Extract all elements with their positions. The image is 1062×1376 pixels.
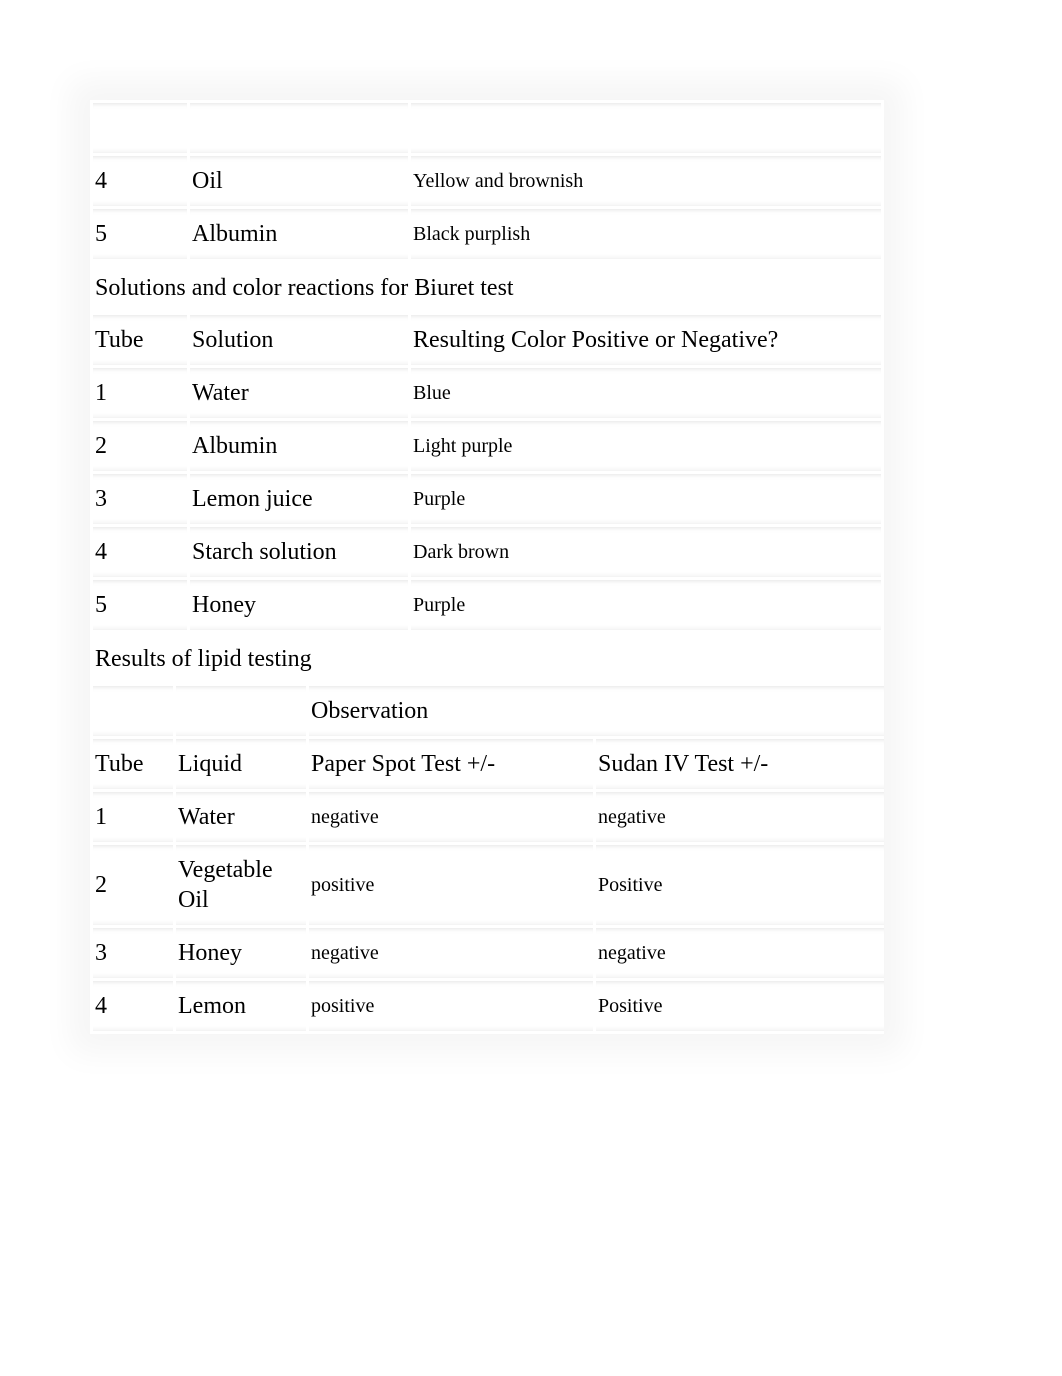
cell-result: Yellow and brownish: [411, 156, 881, 206]
table-row: 4 Starch solution Dark brown: [93, 527, 881, 577]
tables-container: 4 Oil Yellow and brownish 5 Albumin Blac…: [90, 100, 884, 1034]
cell-paper: positive: [309, 845, 593, 925]
table-row: 5 Albumin Black purplish: [93, 209, 881, 259]
cell-result: Black purplish: [411, 209, 881, 259]
lipid-header-row: Tube Liquid Paper Spot Test +/- Sudan IV…: [93, 739, 884, 789]
table-row: 1 Water Blue: [93, 368, 881, 418]
biuret-table: Solutions and color reactions for Biuret…: [90, 262, 884, 633]
lipid-observation-row: Observation: [93, 686, 884, 736]
cell-sudan: Positive: [596, 845, 884, 925]
header-solution: Solution: [190, 315, 408, 365]
cell-result: Purple: [411, 474, 881, 524]
table-row: 5 Honey Purple: [93, 580, 881, 630]
header-liquid: Liquid: [176, 739, 306, 789]
cell-solution: Starch solution: [190, 527, 408, 577]
biuret-header-row: Tube Solution Resulting Color Positive o…: [93, 315, 881, 365]
table-row: 4 Lemon positive Positive: [93, 981, 884, 1031]
document-page: 4 Oil Yellow and brownish 5 Albumin Blac…: [0, 0, 1062, 1376]
cell-paper: negative: [309, 928, 593, 978]
table-row: 2 Albumin Light purple: [93, 421, 881, 471]
cell-solution: Water: [190, 368, 408, 418]
cell-solution: Albumin: [190, 209, 408, 259]
header-result: Resulting Color Positive or Negative?: [411, 315, 881, 365]
cell-empty: [190, 103, 408, 153]
partial-table: 4 Oil Yellow and brownish 5 Albumin Blac…: [90, 100, 884, 262]
table-row: 3 Honey negative negative: [93, 928, 884, 978]
cell-tube: 3: [93, 928, 173, 978]
header-paper: Paper Spot Test +/-: [309, 739, 593, 789]
lipid-table: Results of lipid testing Observation Tub…: [90, 633, 887, 1034]
table-row: 3 Lemon juice Purple: [93, 474, 881, 524]
cell-empty: [411, 103, 881, 153]
cell-tube: 4: [93, 527, 187, 577]
header-tube: Tube: [93, 315, 187, 365]
cell-result: Blue: [411, 368, 881, 418]
cell-result: Light purple: [411, 421, 881, 471]
cell-sudan: Positive: [596, 981, 884, 1031]
lipid-title: Results of lipid testing: [93, 636, 884, 683]
table-row: [93, 103, 881, 153]
cell-sudan: negative: [596, 792, 884, 842]
cell-result: Dark brown: [411, 527, 881, 577]
cell-result: Purple: [411, 580, 881, 630]
cell-liquid: Water: [176, 792, 306, 842]
cell-tube: 4: [93, 156, 187, 206]
cell-empty: [176, 686, 306, 736]
cell-solution: Lemon juice: [190, 474, 408, 524]
biuret-title-row: Solutions and color reactions for Biuret…: [93, 265, 881, 312]
cell-solution: Albumin: [190, 421, 408, 471]
header-sudan: Sudan IV Test +/-: [596, 739, 884, 789]
cell-paper: positive: [309, 981, 593, 1031]
cell-empty: [93, 686, 173, 736]
cell-tube: 1: [93, 792, 173, 842]
cell-tube: 3: [93, 474, 187, 524]
cell-tube: 2: [93, 845, 173, 925]
cell-tube: 5: [93, 209, 187, 259]
table-row: 1 Water negative negative: [93, 792, 884, 842]
cell-sudan: negative: [596, 928, 884, 978]
observation-label: Observation: [309, 686, 884, 736]
cell-solution: Oil: [190, 156, 408, 206]
biuret-title: Solutions and color reactions for Biuret…: [93, 265, 881, 312]
header-tube: Tube: [93, 739, 173, 789]
cell-tube: 5: [93, 580, 187, 630]
cell-liquid: Vegetable Oil: [176, 845, 306, 925]
cell-liquid: Lemon: [176, 981, 306, 1031]
cell-tube: 4: [93, 981, 173, 1031]
cell-solution: Honey: [190, 580, 408, 630]
table-row: 4 Oil Yellow and brownish: [93, 156, 881, 206]
cell-tube: 2: [93, 421, 187, 471]
lipid-title-row: Results of lipid testing: [93, 636, 884, 683]
cell-liquid: Honey: [176, 928, 306, 978]
cell-paper: negative: [309, 792, 593, 842]
cell-empty: [93, 103, 187, 153]
table-row: 2 Vegetable Oil positive Positive: [93, 845, 884, 925]
cell-tube: 1: [93, 368, 187, 418]
